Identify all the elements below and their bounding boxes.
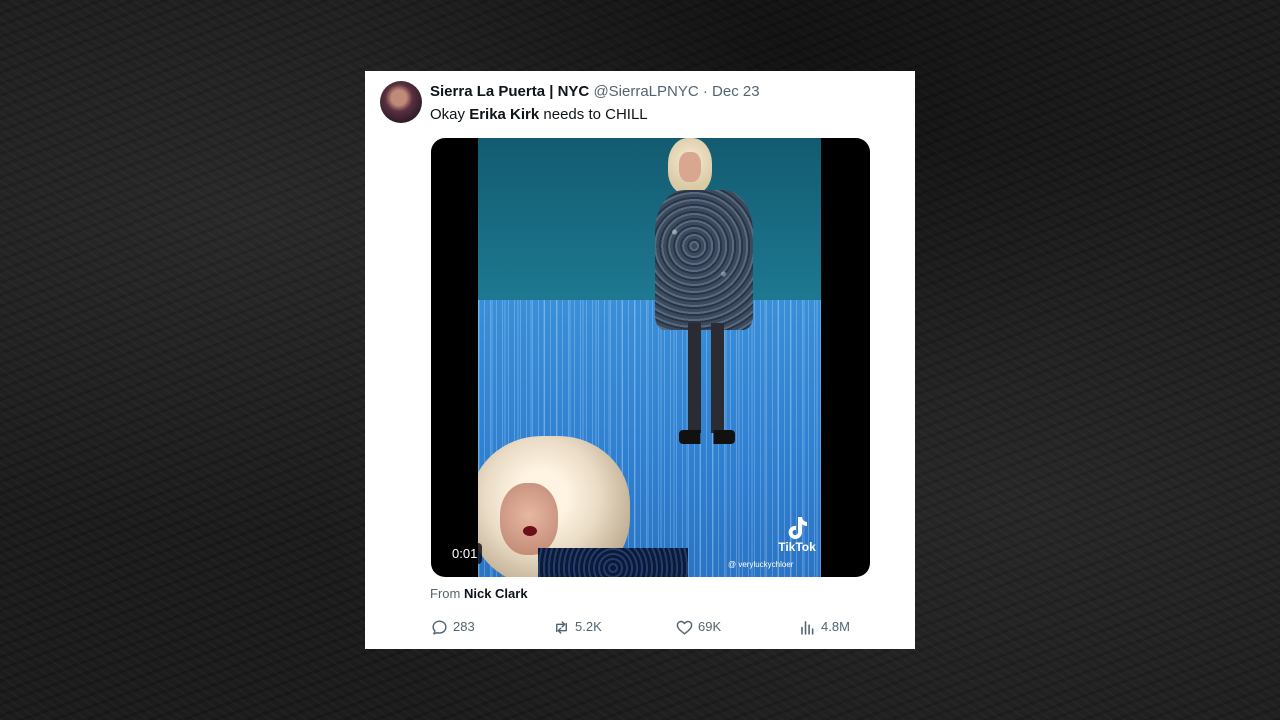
tweet-text-mention: Erika Kirk: [469, 106, 540, 123]
views-icon: [801, 620, 814, 635]
repost-icon: [556, 620, 567, 634]
performer-legs: [681, 323, 731, 433]
author-handle[interactable]: @SierraLPNYC: [593, 83, 698, 100]
like-icon: [676, 620, 693, 635]
views-count: 4.8M: [821, 619, 850, 634]
tiktok-username: @ veryluckychloer: [728, 560, 794, 569]
tweet-text-suffix: needs to CHILL: [539, 106, 648, 123]
repost-button[interactable]: 5.2K: [552, 617, 602, 637]
tweet-text-prefix: Okay: [430, 106, 470, 123]
foreground-performer-mouth: [523, 526, 537, 536]
video-timestamp: 0:01: [447, 543, 483, 564]
tiktok-label: TikTok: [778, 540, 816, 554]
attribution-prefix: From: [430, 586, 461, 601]
performer-figure: [653, 138, 763, 458]
repost-count: 5.2K: [575, 619, 602, 634]
author-name[interactable]: Sierra La Puerta | NYC: [430, 83, 589, 100]
reply-count: 283: [453, 619, 475, 634]
foreground-performer-face: [500, 483, 558, 555]
tweet-text: Okay Erika Kirk needs to CHILL: [430, 106, 648, 124]
foreground-performer-outfit: [538, 548, 688, 577]
video-frame: TikTok @ veryluckychloer: [478, 138, 821, 577]
like-button[interactable]: 69K: [675, 617, 721, 637]
performer-dress: [655, 190, 753, 330]
action-bar: 283 5.2K 69K 4.8M: [430, 617, 860, 637]
tweet-date[interactable]: Dec 23: [712, 83, 760, 100]
tiktok-watermark: TikTok: [773, 516, 821, 554]
tweet-header: Sierra La Puerta | NYC @SierraLPNYC · De…: [430, 83, 760, 101]
attribution-source[interactable]: Nick Clark: [464, 586, 528, 601]
performer-shoes: [679, 430, 735, 444]
video-player[interactable]: TikTok @ veryluckychloer 0:01: [431, 138, 870, 577]
avatar[interactable]: [380, 81, 422, 123]
like-count: 69K: [698, 619, 722, 634]
reply-button[interactable]: 283: [430, 617, 475, 637]
tiktok-icon: [788, 517, 807, 539]
performer-face: [679, 152, 701, 182]
stage-wall: [478, 138, 821, 300]
views-button[interactable]: 4.8M: [798, 617, 850, 637]
reply-icon: [432, 619, 447, 635]
tweet-card: Sierra La Puerta | NYC @SierraLPNYC · De…: [365, 71, 915, 649]
video-attribution: From Nick Clark: [430, 586, 528, 602]
header-separator: ·: [702, 83, 708, 100]
